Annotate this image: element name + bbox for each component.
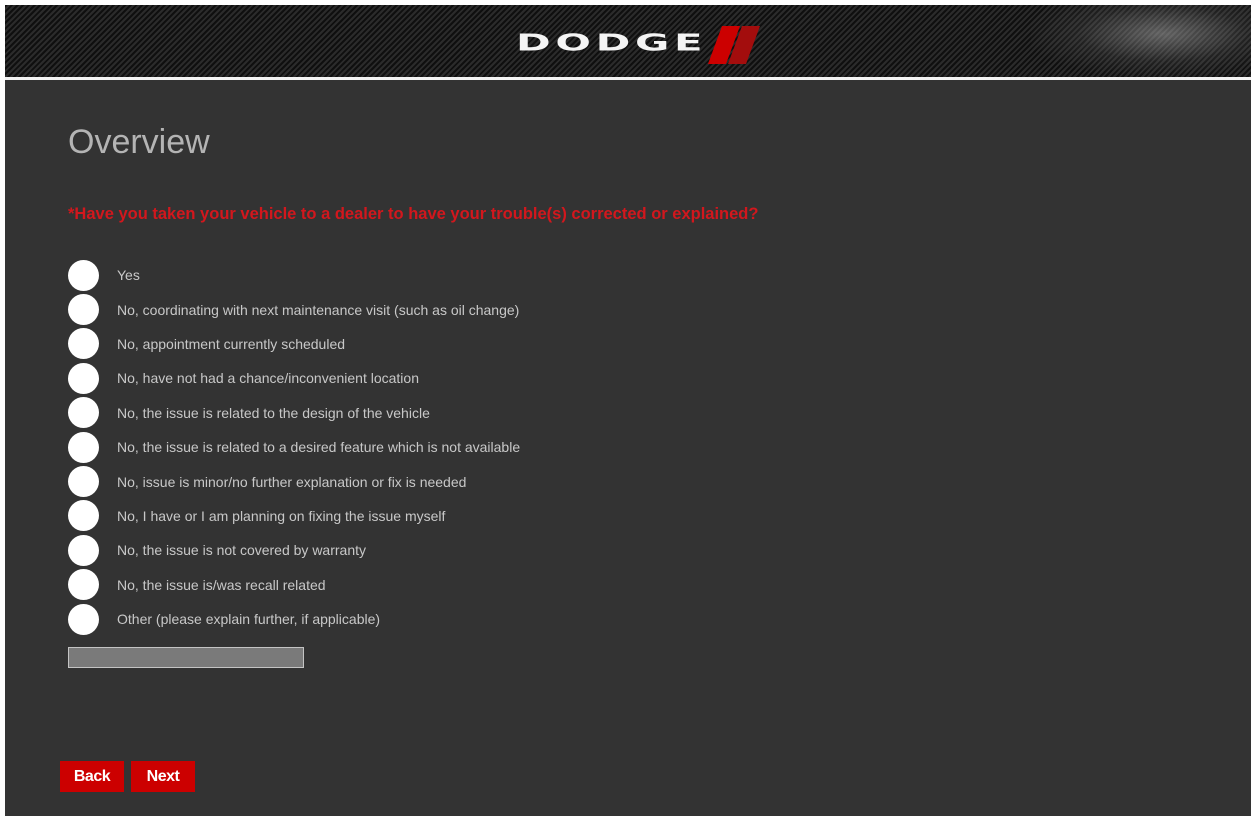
radio-button[interactable] (68, 431, 99, 463)
radio-option[interactable]: No, the issue is related to the design o… (68, 396, 768, 430)
radio-label[interactable]: No, I have or I am planning on fixing th… (117, 508, 445, 524)
radio-label[interactable]: No, the issue is/was recall related (117, 577, 326, 593)
radio-label[interactable]: No, issue is minor/no further explanatio… (117, 474, 466, 490)
next-button[interactable]: Next (131, 761, 195, 792)
radio-option[interactable]: Other (please explain further, if applic… (68, 602, 768, 636)
radio-label[interactable]: No, coordinating with next maintenance v… (117, 302, 519, 318)
page-title: Overview (68, 123, 210, 161)
radio-button[interactable] (68, 328, 99, 360)
logo-stripes-icon (708, 26, 760, 64)
radio-button[interactable] (68, 294, 99, 326)
radio-label[interactable]: Yes (117, 267, 140, 283)
radio-label[interactable]: No, have not had a chance/inconvenient l… (117, 370, 419, 386)
radio-option[interactable]: No, have not had a chance/inconvenient l… (68, 361, 768, 395)
radio-label[interactable]: No, the issue is related to a desired fe… (117, 439, 520, 455)
radio-option[interactable]: No, the issue is related to a desired fe… (68, 430, 768, 464)
radio-button[interactable] (68, 500, 99, 532)
radio-option[interactable]: No, the issue is not covered by warranty (68, 533, 768, 567)
radio-label[interactable]: Other (please explain further, if applic… (117, 611, 380, 627)
radio-label[interactable]: No, the issue is not covered by warranty (117, 542, 366, 558)
brand-header: DODGE (5, 5, 1251, 80)
radio-button[interactable] (68, 259, 99, 291)
back-button[interactable]: Back (60, 761, 124, 792)
radio-option[interactable]: No, coordinating with next maintenance v… (68, 292, 768, 326)
radio-option[interactable]: No, I have or I am planning on fixing th… (68, 499, 768, 533)
radio-button[interactable] (68, 534, 99, 566)
radio-button[interactable] (68, 569, 99, 601)
question-text: *Have you taken your vehicle to a dealer… (68, 205, 758, 224)
radio-group: Yes No, coordinating with next maintenan… (68, 258, 768, 636)
radio-option[interactable]: Yes (68, 258, 768, 292)
header-texture (1031, 5, 1251, 77)
radio-label[interactable]: No, the issue is related to the design o… (117, 405, 430, 421)
radio-button[interactable] (68, 603, 99, 635)
question-label: Have you taken your vehicle to a dealer … (74, 205, 759, 223)
radio-label[interactable]: No, appointment currently scheduled (117, 336, 345, 352)
radio-button[interactable] (68, 397, 99, 429)
survey-frame: DODGE Overview *Have you taken your vehi… (5, 5, 1251, 816)
logo-wordmark: DODGE (516, 29, 708, 57)
radio-button[interactable] (68, 362, 99, 394)
radio-option[interactable]: No, issue is minor/no further explanatio… (68, 464, 768, 498)
dodge-logo: DODGE (516, 23, 760, 64)
radio-button[interactable] (68, 466, 99, 498)
radio-option[interactable]: No, the issue is/was recall related (68, 568, 768, 602)
radio-option[interactable]: No, appointment currently scheduled (68, 327, 768, 361)
other-explain-input[interactable] (68, 647, 304, 668)
